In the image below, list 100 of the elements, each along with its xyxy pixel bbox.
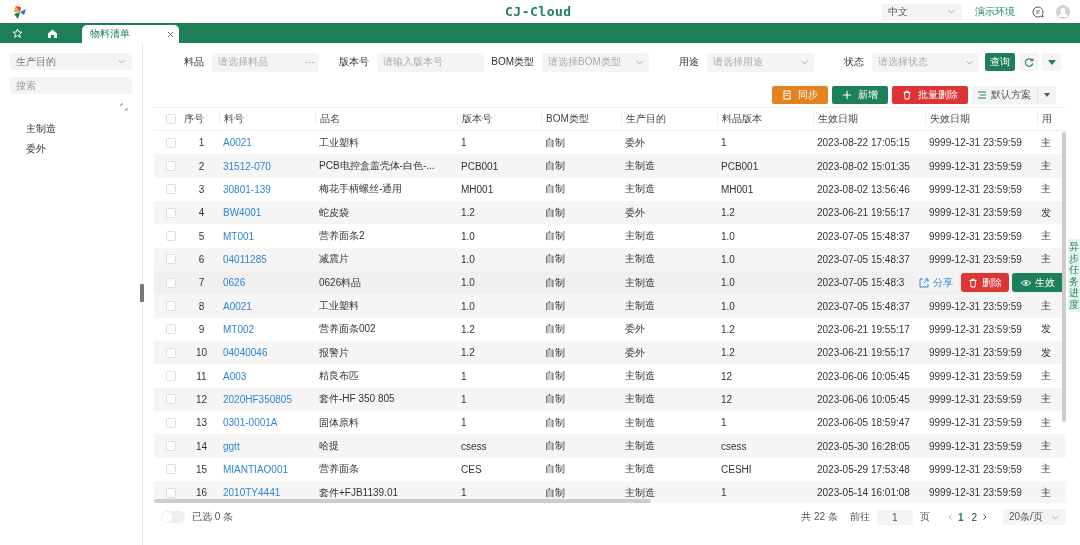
table-cell: 主制造 <box>625 160 655 171</box>
home-icon[interactable] <box>47 27 58 39</box>
column-header: 品名 <box>320 113 340 125</box>
async-task-tab[interactable]: 异步任务进度 <box>1068 239 1080 312</box>
language-select[interactable]: 中文 <box>882 3 962 20</box>
material-link[interactable]: 0626 <box>223 277 246 289</box>
table-cell: 固体原料 <box>319 416 359 428</box>
table-row[interactable]: 15 MIANTIAO001 营养面条 CES 自制 主制造 CESHI 2023-05-29 17:53:48 9999-12-31 23:59:59 主 <box>154 457 1066 482</box>
table-cell: 1 <box>461 487 467 499</box>
checkbox[interactable] <box>166 114 176 124</box>
checkbox[interactable] <box>166 207 176 218</box>
table-cell: 哈提 <box>319 440 339 452</box>
checkbox[interactable] <box>166 161 176 171</box>
query-button[interactable]: 查询 <box>985 53 1015 71</box>
page-size-select[interactable]: 20条/页 <box>1003 509 1066 525</box>
checkbox[interactable] <box>166 371 176 382</box>
checkbox[interactable] <box>166 277 176 288</box>
checkbox[interactable] <box>166 137 176 148</box>
material-link[interactable]: A0021 <box>223 300 252 312</box>
filter-label: 状态 <box>843 55 864 69</box>
delete-button[interactable]: 删除 <box>961 273 1009 293</box>
purpose-select[interactable]: 生产目的 <box>10 53 132 70</box>
table-cell: 自制 <box>545 393 565 405</box>
checkbox[interactable] <box>166 231 176 242</box>
share-button[interactable]: 分享 <box>914 273 958 293</box>
scrollbar[interactable] <box>154 499 651 503</box>
resize-handle[interactable] <box>139 283 145 303</box>
table-cell: 主 <box>1041 370 1051 382</box>
checkbox[interactable] <box>166 441 176 452</box>
table-cell: 2023-05-14 16:01:08 <box>817 487 910 499</box>
table-row[interactable]: 16 2010TY4441 套件+FJB1139.01 1 自制 主制造 1 2023-05-14 16:01:08 9999-12-31 23:59:59 主 <box>154 481 1066 503</box>
tree-item[interactable]: 主制造 <box>10 119 56 139</box>
refresh-button[interactable] <box>1019 53 1038 71</box>
table-row[interactable]: 9 MT002 营养面条002 1.2 自制 委外 1.2 2023-06-21 19:55:17 9999-12-31 23:59:59 发 <box>154 317 1066 342</box>
table-row[interactable]: 3 30801-139 梅花手柄螺丝-通用 MH001 自制 主制造 MH001 2023-08-02 13:56:46 9999-12-31 23:59:59 主 <box>154 177 1066 202</box>
table-row[interactable]: 5 MT001 营养面条2 1.0 自制 主制造 1.0 2023-07-05 15:48:37 9999-12-31 23:59:59 主 <box>154 224 1066 248</box>
table-cell: 套件+FJB1139.01 <box>319 486 399 498</box>
table-cell: 1.2 <box>721 323 735 335</box>
material-link[interactable]: BW4001 <box>223 207 262 219</box>
table-row[interactable]: 11 A003 精良布匹 1 自制 主制造 12 2023-06-06 10:05:45 9999-12-31 23:59:59 主 <box>154 364 1066 388</box>
table-cell: 自制 <box>545 416 565 428</box>
checkbox[interactable] <box>166 301 176 312</box>
material-link[interactable]: 04011285 <box>223 253 267 265</box>
table-cell: 2023-08-02 15:01:35 <box>817 160 910 172</box>
chat-bubble-icon[interactable] <box>1032 5 1044 18</box>
material-link[interactable]: 31512-070 <box>223 160 271 172</box>
checkbox[interactable] <box>166 417 176 428</box>
page-number[interactable]: 1 <box>953 511 968 523</box>
chevron-right-icon[interactable] <box>981 513 989 521</box>
table-cell: 12 <box>195 393 208 405</box>
batch-delete-button[interactable]: 批量删除 <box>892 86 968 104</box>
material-link[interactable]: MT002 <box>223 323 255 335</box>
material-link[interactable]: 2010TY4441 <box>223 487 281 499</box>
table-cell: 委外 <box>625 136 645 148</box>
close-icon[interactable] <box>167 30 174 38</box>
table-cell: 1.2 <box>461 323 475 335</box>
checkbox[interactable] <box>166 324 176 335</box>
table-cell: 主制造 <box>625 230 655 242</box>
material-link[interactable]: 30801-139 <box>223 183 271 195</box>
table-cell: 报警片 <box>319 346 349 358</box>
table-cell: 工业塑料 <box>319 300 359 312</box>
column-header: 用 <box>1042 113 1052 125</box>
checkbox[interactable] <box>166 254 176 265</box>
checkbox[interactable] <box>166 347 176 358</box>
table-cell: 自制 <box>545 276 565 288</box>
material-link[interactable]: MT001 <box>223 230 255 242</box>
page-number[interactable]: 2 <box>967 511 981 523</box>
table-cell: 1 <box>721 487 727 499</box>
material-link[interactable]: 0301-0001A <box>223 417 278 429</box>
table-row[interactable]: 13 0301-0001A 固体原料 1 自制 主制造 1 2023-06-05 18:59:47 9999-12-31 23:59:59 主 <box>154 411 1066 435</box>
checkbox[interactable] <box>166 464 176 475</box>
material-link[interactable]: 2020HF350805 <box>223 393 292 405</box>
page-input[interactable]: 1 <box>876 509 913 525</box>
material-link[interactable]: A003 <box>223 370 247 382</box>
table-cell: 2 <box>198 160 205 172</box>
table-cell: 1 <box>721 137 727 149</box>
material-link[interactable]: ggtt <box>223 440 240 452</box>
material-link[interactable]: A0021 <box>223 137 252 149</box>
checkbox[interactable] <box>166 394 176 405</box>
tab[interactable]: 物料清单 <box>82 25 179 43</box>
table-cell: 委外 <box>625 346 645 358</box>
table-cell: 自制 <box>545 346 565 358</box>
star-icon[interactable] <box>12 27 23 39</box>
tree-item[interactable]: 委外 <box>10 139 46 159</box>
activate-button[interactable]: 生效 <box>1012 273 1064 293</box>
material-link[interactable]: 04040046 <box>223 347 268 359</box>
dropdown-button[interactable] <box>1042 53 1061 71</box>
table-cell: 主 <box>1041 160 1051 171</box>
table-row[interactable]: 1 A0021 工业塑料 1 自制 委外 1 2023-08-22 17:05:15 9999-12-31 23:59:59 主 <box>154 131 1066 155</box>
table-cell: 精良布匹 <box>319 370 359 382</box>
material-link[interactable]: MIANTIAO001 <box>223 464 289 475</box>
checkbox[interactable] <box>166 184 176 195</box>
avatar-icon[interactable] <box>1056 4 1070 19</box>
checkbox[interactable] <box>166 487 176 498</box>
add-button[interactable]: 新增 <box>832 86 888 104</box>
sync-button[interactable]: 同步 <box>772 86 828 104</box>
environment-link[interactable]: 演示环境 <box>975 4 1015 19</box>
search-field[interactable]: 搜索 <box>10 77 132 94</box>
scrollbar[interactable] <box>1062 132 1066 422</box>
table-row[interactable]: 14 ggtt 哈提 csess 自制 主制造 csess 2023-05-30 16:28:05 9999-12-31 23:59:59 主 <box>154 434 1066 458</box>
